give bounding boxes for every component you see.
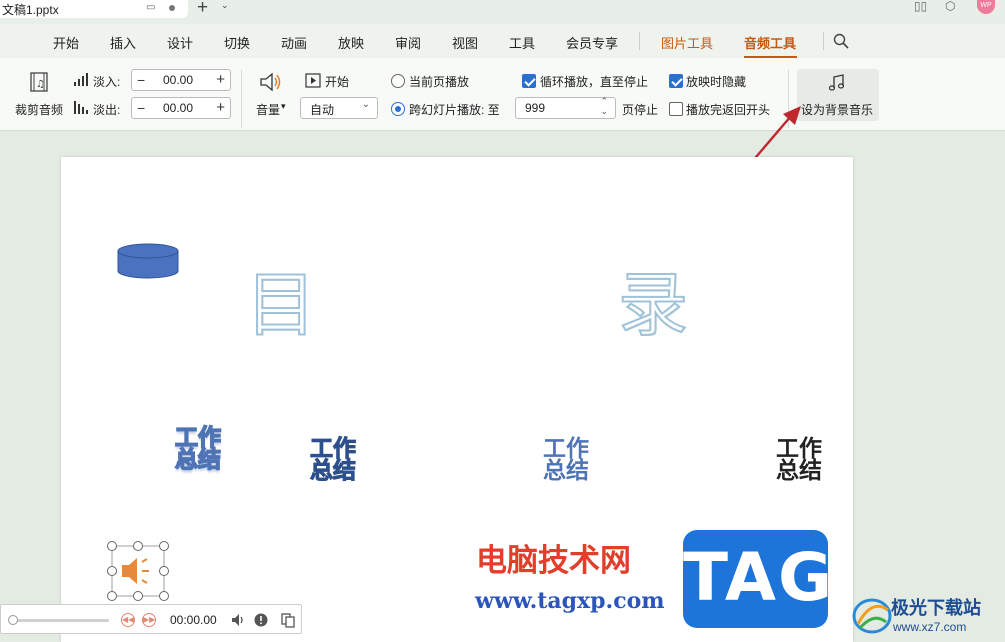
fade-out-label: 淡出: [93, 103, 121, 117]
wordart-line: 工作 [174, 425, 222, 451]
play-across-slides-label[interactable]: 跨幻灯片播放: 至 [409, 101, 500, 118]
fade-in-stepper[interactable]: − 00.00 + [131, 69, 231, 91]
wordart-line: 工作 [776, 436, 822, 462]
page-stop-label: 页停止 [622, 103, 659, 117]
play-across-slides-radio[interactable] [391, 102, 405, 116]
volume-icon[interactable] [258, 71, 284, 93]
rewind-icon[interactable]: ◀◀ [121, 613, 135, 627]
menu-bar: 开始 插入 设计 切换 动画 放映 审阅 视图 工具 会员专享 图片工具 音频工… [0, 24, 1005, 58]
volume-label[interactable]: 音量 [256, 101, 280, 118]
minus-icon[interactable]: − [137, 100, 145, 116]
tab-insert[interactable]: 插入 [110, 33, 136, 52]
playback-progress-handle[interactable] [8, 615, 18, 625]
layout-icon[interactable]: ▯▯ [914, 0, 927, 13]
unsaved-dot-icon [169, 5, 175, 11]
wordart-summary-2[interactable]: 工作 总结 [308, 436, 358, 484]
play-current-page-label[interactable]: 当前页播放 [409, 73, 469, 90]
start-select-value: 自动 [310, 103, 335, 117]
chevron-down-icon: ⌄ [361, 99, 370, 110]
tab-home[interactable]: 开始 [53, 33, 79, 52]
title-char-right[interactable]: 录 [617, 249, 689, 350]
playback-time: 00:00.00 [170, 613, 217, 627]
cube-icon[interactable]: ⬡ [945, 0, 955, 13]
tab-membership[interactable]: 会员专享 [566, 33, 618, 52]
wordart-summary-3[interactable]: 工作 总结 [541, 436, 591, 484]
hide-during-show-label[interactable]: 放映时隐藏 [686, 73, 746, 90]
set-background-music-button[interactable]: 设为背景音乐 [797, 69, 879, 121]
trim-audio-icon[interactable]: ♫ [28, 71, 50, 93]
fade-in-value[interactable]: 00.00 [163, 73, 193, 87]
wordart-summary-4[interactable]: 工作 总结 [774, 436, 824, 484]
title-bar: 文稿1.pptx ▭ + ⌄ ▯▯ ⬡ WP [0, 0, 1005, 24]
hide-during-show-checkbox[interactable] [669, 74, 683, 88]
start-icon [305, 73, 321, 88]
spin-down-icon[interactable]: ⌄ [600, 106, 608, 117]
brand-url: www.xz7.com [893, 620, 967, 634]
tab-view[interactable]: 视图 [452, 33, 478, 52]
music-note-icon [828, 74, 845, 91]
minus-icon[interactable]: − [137, 72, 145, 88]
fade-out-stepper[interactable]: − 00.00 + [131, 97, 231, 119]
tab-audio-tools[interactable]: 音频工具 [744, 33, 796, 52]
volume-icon[interactable] [230, 612, 246, 628]
chevron-down-icon[interactable]: ▾ [281, 101, 286, 112]
brand-name: 极光下载站 [891, 598, 981, 619]
wordart-line: 总结 [543, 458, 589, 484]
svg-text:♫: ♫ [36, 79, 45, 90]
document-tab[interactable]: 文稿1.pptx ▭ [0, 0, 188, 18]
cylinder-shape[interactable] [117, 243, 179, 281]
tab-animations[interactable]: 动画 [281, 33, 307, 52]
plus-icon[interactable]: + [216, 99, 225, 116]
play-current-page-radio[interactable] [391, 74, 405, 88]
across-slides-value[interactable]: 999 [525, 101, 545, 115]
tab-tools[interactable]: 工具 [509, 33, 535, 52]
tab-transitions[interactable]: 切换 [224, 33, 250, 52]
title-char-left[interactable]: 目 [245, 249, 317, 350]
info-icon[interactable] [253, 612, 269, 628]
avatar[interactable]: WP [977, 0, 995, 14]
set-background-music-label: 设为背景音乐 [801, 103, 874, 117]
tab-review[interactable]: 审阅 [395, 33, 421, 52]
chevron-down-icon[interactable]: ⌄ [221, 0, 229, 11]
tab-design[interactable]: 设计 [167, 33, 193, 52]
rewind-after-play-checkbox[interactable] [669, 102, 683, 116]
trim-audio-label[interactable]: 裁剪音频 [15, 101, 63, 118]
audio-object[interactable] [106, 540, 170, 604]
loop-play-checkbox[interactable] [522, 74, 536, 88]
start-label: 开始 [325, 75, 350, 89]
loop-play-label[interactable]: 循环播放，直至停止 [540, 73, 648, 90]
forward-icon[interactable]: ▶▶ [142, 613, 156, 627]
tag-logo: TAG [683, 530, 832, 628]
tab-picture-tools[interactable]: 图片工具 [661, 33, 713, 52]
menu-divider [823, 32, 824, 50]
start-select[interactable]: 自动 ⌄ [300, 97, 378, 119]
wordart-line: 总结 [776, 458, 822, 484]
wordart-line: 总结 [310, 458, 357, 484]
across-slides-stepper[interactable]: 999 ⌃ ⌄ [515, 96, 616, 119]
watermark-site-url: www.tagxp.com [475, 588, 665, 614]
wordart-summary-1[interactable]: 工作 总结 [173, 425, 223, 473]
fade-in-icon [74, 73, 88, 86]
fade-out-icon [74, 101, 88, 114]
wordart-line: 工作 [543, 436, 589, 462]
wordart-line: 总结 [174, 447, 222, 473]
new-tab-button[interactable]: + [197, 0, 208, 19]
monitor-icon: ▭ [146, 2, 156, 13]
ribbon-divider [241, 70, 242, 128]
plus-icon[interactable]: + [216, 71, 225, 88]
tab-slideshow[interactable]: 放映 [338, 33, 364, 52]
wordart-line: 工作 [310, 436, 357, 462]
menu-divider [639, 32, 640, 50]
search-icon[interactable] [832, 32, 850, 50]
document-name: 文稿1.pptx [2, 2, 59, 17]
fade-in-label: 淡入: [93, 75, 121, 89]
fade-out-value[interactable]: 00.00 [163, 101, 193, 115]
copy-icon[interactable] [280, 612, 296, 628]
watermark-site-name: 电脑技术网 [476, 543, 631, 579]
playback-progress-track[interactable] [12, 619, 109, 622]
audio-player-bar: ◀◀ ▶▶ 00:00.00 [0, 604, 302, 634]
